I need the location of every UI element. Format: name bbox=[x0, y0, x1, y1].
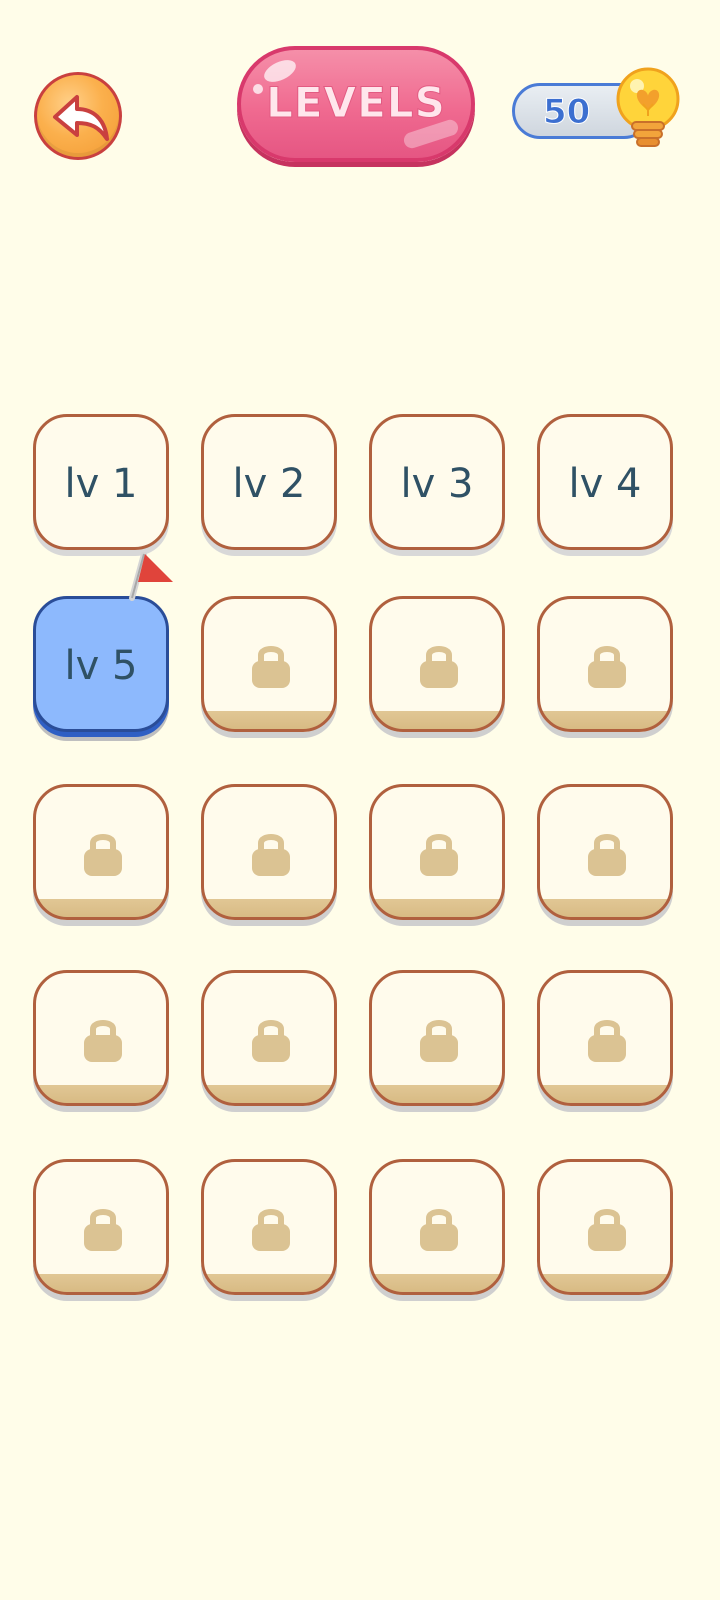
lock-icon bbox=[251, 829, 291, 881]
level-tile[interactable]: lv 3 bbox=[369, 414, 505, 550]
lock-icon bbox=[419, 641, 459, 693]
lock-icon bbox=[587, 1015, 627, 1067]
level-grid: lv 1 lv 2 lv 3 lv 4 lv 5 bbox=[0, 0, 720, 1600]
level-tile-locked[interactable] bbox=[201, 784, 337, 920]
level-tile-locked[interactable] bbox=[369, 784, 505, 920]
level-tile-locked[interactable] bbox=[537, 970, 673, 1106]
level-tile-locked[interactable] bbox=[537, 1159, 673, 1295]
level-tile[interactable]: lv 2 bbox=[201, 414, 337, 550]
lock-icon bbox=[251, 1015, 291, 1067]
level-tile-locked[interactable] bbox=[369, 596, 505, 732]
level-label: lv 4 bbox=[568, 461, 642, 507]
lock-icon bbox=[419, 1015, 459, 1067]
level-tile-locked[interactable] bbox=[33, 1159, 169, 1295]
level-label: lv 3 bbox=[400, 461, 474, 507]
level-tile-locked[interactable] bbox=[201, 1159, 337, 1295]
level-tile[interactable]: lv 4 bbox=[537, 414, 673, 550]
lock-icon bbox=[83, 1204, 123, 1256]
level-tile-locked[interactable] bbox=[33, 970, 169, 1106]
lock-icon bbox=[419, 829, 459, 881]
lock-icon bbox=[83, 829, 123, 881]
lock-icon bbox=[251, 641, 291, 693]
level-label: lv 1 bbox=[64, 461, 138, 507]
lock-icon bbox=[587, 1204, 627, 1256]
level-tile-locked[interactable] bbox=[369, 970, 505, 1106]
lock-icon bbox=[587, 641, 627, 693]
level-tile-locked[interactable] bbox=[201, 970, 337, 1106]
level-tile-locked[interactable] bbox=[33, 784, 169, 920]
level-tile-locked[interactable] bbox=[537, 596, 673, 732]
current-level-flag-icon bbox=[129, 552, 173, 601]
level-tile[interactable]: lv 1 bbox=[33, 414, 169, 550]
level-tile-locked[interactable] bbox=[537, 784, 673, 920]
lock-icon bbox=[419, 1204, 459, 1256]
level-label: lv 5 bbox=[64, 643, 138, 689]
lock-icon bbox=[587, 829, 627, 881]
level-tile-current[interactable]: lv 5 bbox=[33, 596, 169, 732]
level-tile-locked[interactable] bbox=[369, 1159, 505, 1295]
level-label: lv 2 bbox=[232, 461, 306, 507]
lock-icon bbox=[83, 1015, 123, 1067]
lock-icon bbox=[251, 1204, 291, 1256]
level-tile-locked[interactable] bbox=[201, 596, 337, 732]
